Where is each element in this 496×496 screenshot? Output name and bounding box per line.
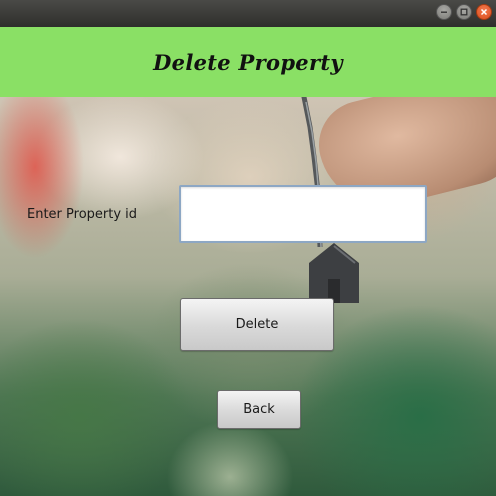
house-keychain-image bbox=[309, 243, 359, 303]
delete-button[interactable]: Delete bbox=[180, 298, 334, 351]
property-id-input[interactable] bbox=[179, 185, 427, 243]
window-titlebar[interactable] bbox=[0, 0, 496, 27]
minimize-icon[interactable] bbox=[436, 4, 452, 20]
page-header: Delete Property bbox=[0, 27, 496, 97]
page-title: Delete Property bbox=[153, 49, 343, 75]
maximize-icon[interactable] bbox=[456, 4, 472, 20]
close-icon[interactable] bbox=[476, 4, 492, 20]
property-id-label: Enter Property id bbox=[27, 207, 138, 222]
background-photo bbox=[0, 97, 496, 496]
back-button[interactable]: Back bbox=[217, 390, 301, 429]
